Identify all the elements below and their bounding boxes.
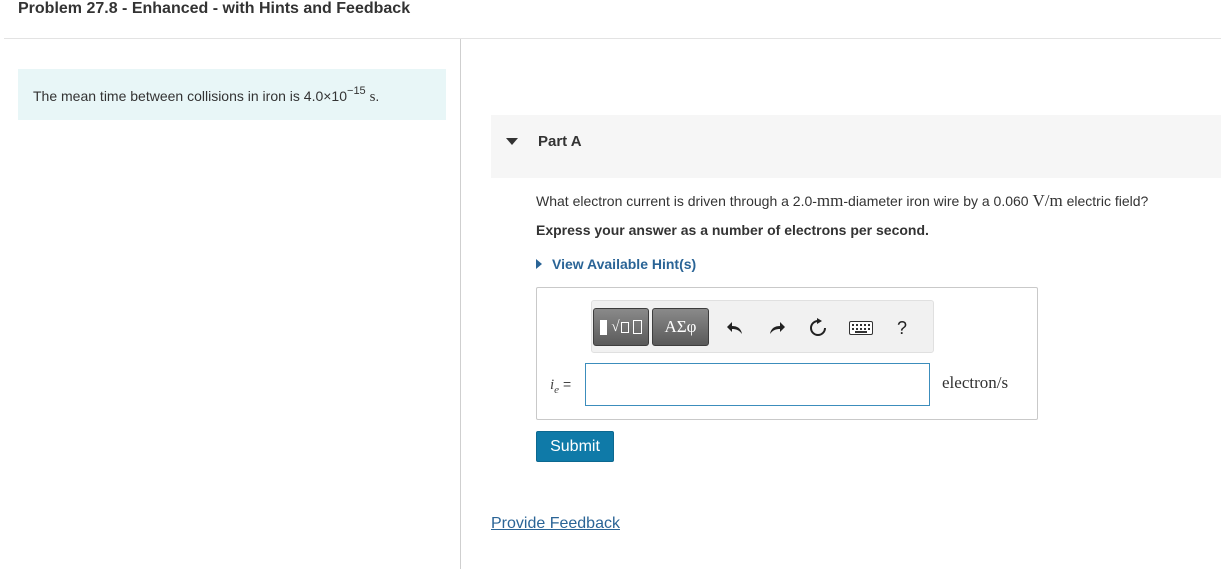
provide-feedback-link[interactable]: Provide Feedback [491, 515, 620, 533]
collapse-arrow-icon[interactable] [506, 138, 518, 145]
answer-unit: electron/s [942, 373, 1009, 392]
equals-sign: = [562, 376, 572, 392]
variable-subscript: e [554, 383, 560, 396]
part-label: Part A [538, 133, 582, 150]
hints-label: View Available Hint(s) [552, 256, 697, 272]
answer-input[interactable] [585, 363, 930, 406]
redo-icon[interactable] [764, 315, 790, 341]
question-mm-unit: mm [816, 191, 844, 210]
part-a-header[interactable]: Part A [491, 115, 1221, 178]
question-suffix: electric field? [1062, 193, 1149, 209]
column-divider [460, 39, 461, 569]
intro-text: The mean time between collisions in iron… [33, 88, 348, 104]
title-divider [4, 38, 1221, 39]
question-middle: -diameter iron wire by a 0.060 [843, 193, 1033, 209]
intro-exponent: −15 [347, 85, 366, 97]
submit-button[interactable]: Submit [536, 431, 614, 462]
undo-icon[interactable] [722, 315, 748, 341]
question-field-unit: V/m [1032, 191, 1063, 210]
problem-intro: The mean time between collisions in iron… [18, 69, 446, 120]
page-title: Problem 27.8 - Enhanced - with Hints and… [18, 0, 411, 17]
question-text: What electron current is driven through … [536, 191, 1148, 211]
expand-triangle-icon [536, 259, 542, 269]
help-icon[interactable]: ? [889, 315, 915, 341]
math-toolbar: √ ΑΣφ ? [591, 300, 934, 353]
intro-period: . [375, 88, 380, 104]
question-prefix: What electron current is driven through … [536, 193, 817, 209]
answer-panel: √ ΑΣφ ? ie = electron/s [536, 287, 1038, 420]
view-hints-link[interactable]: View Available Hint(s) [536, 256, 696, 272]
templates-icon[interactable]: √ [593, 308, 649, 346]
greek-letters-icon[interactable]: ΑΣφ [652, 308, 709, 346]
variable-label: ie = [550, 376, 571, 396]
keyboard-icon[interactable] [848, 315, 874, 341]
reset-icon[interactable] [805, 315, 831, 341]
answer-instruction: Express your answer as a number of elect… [536, 222, 929, 238]
